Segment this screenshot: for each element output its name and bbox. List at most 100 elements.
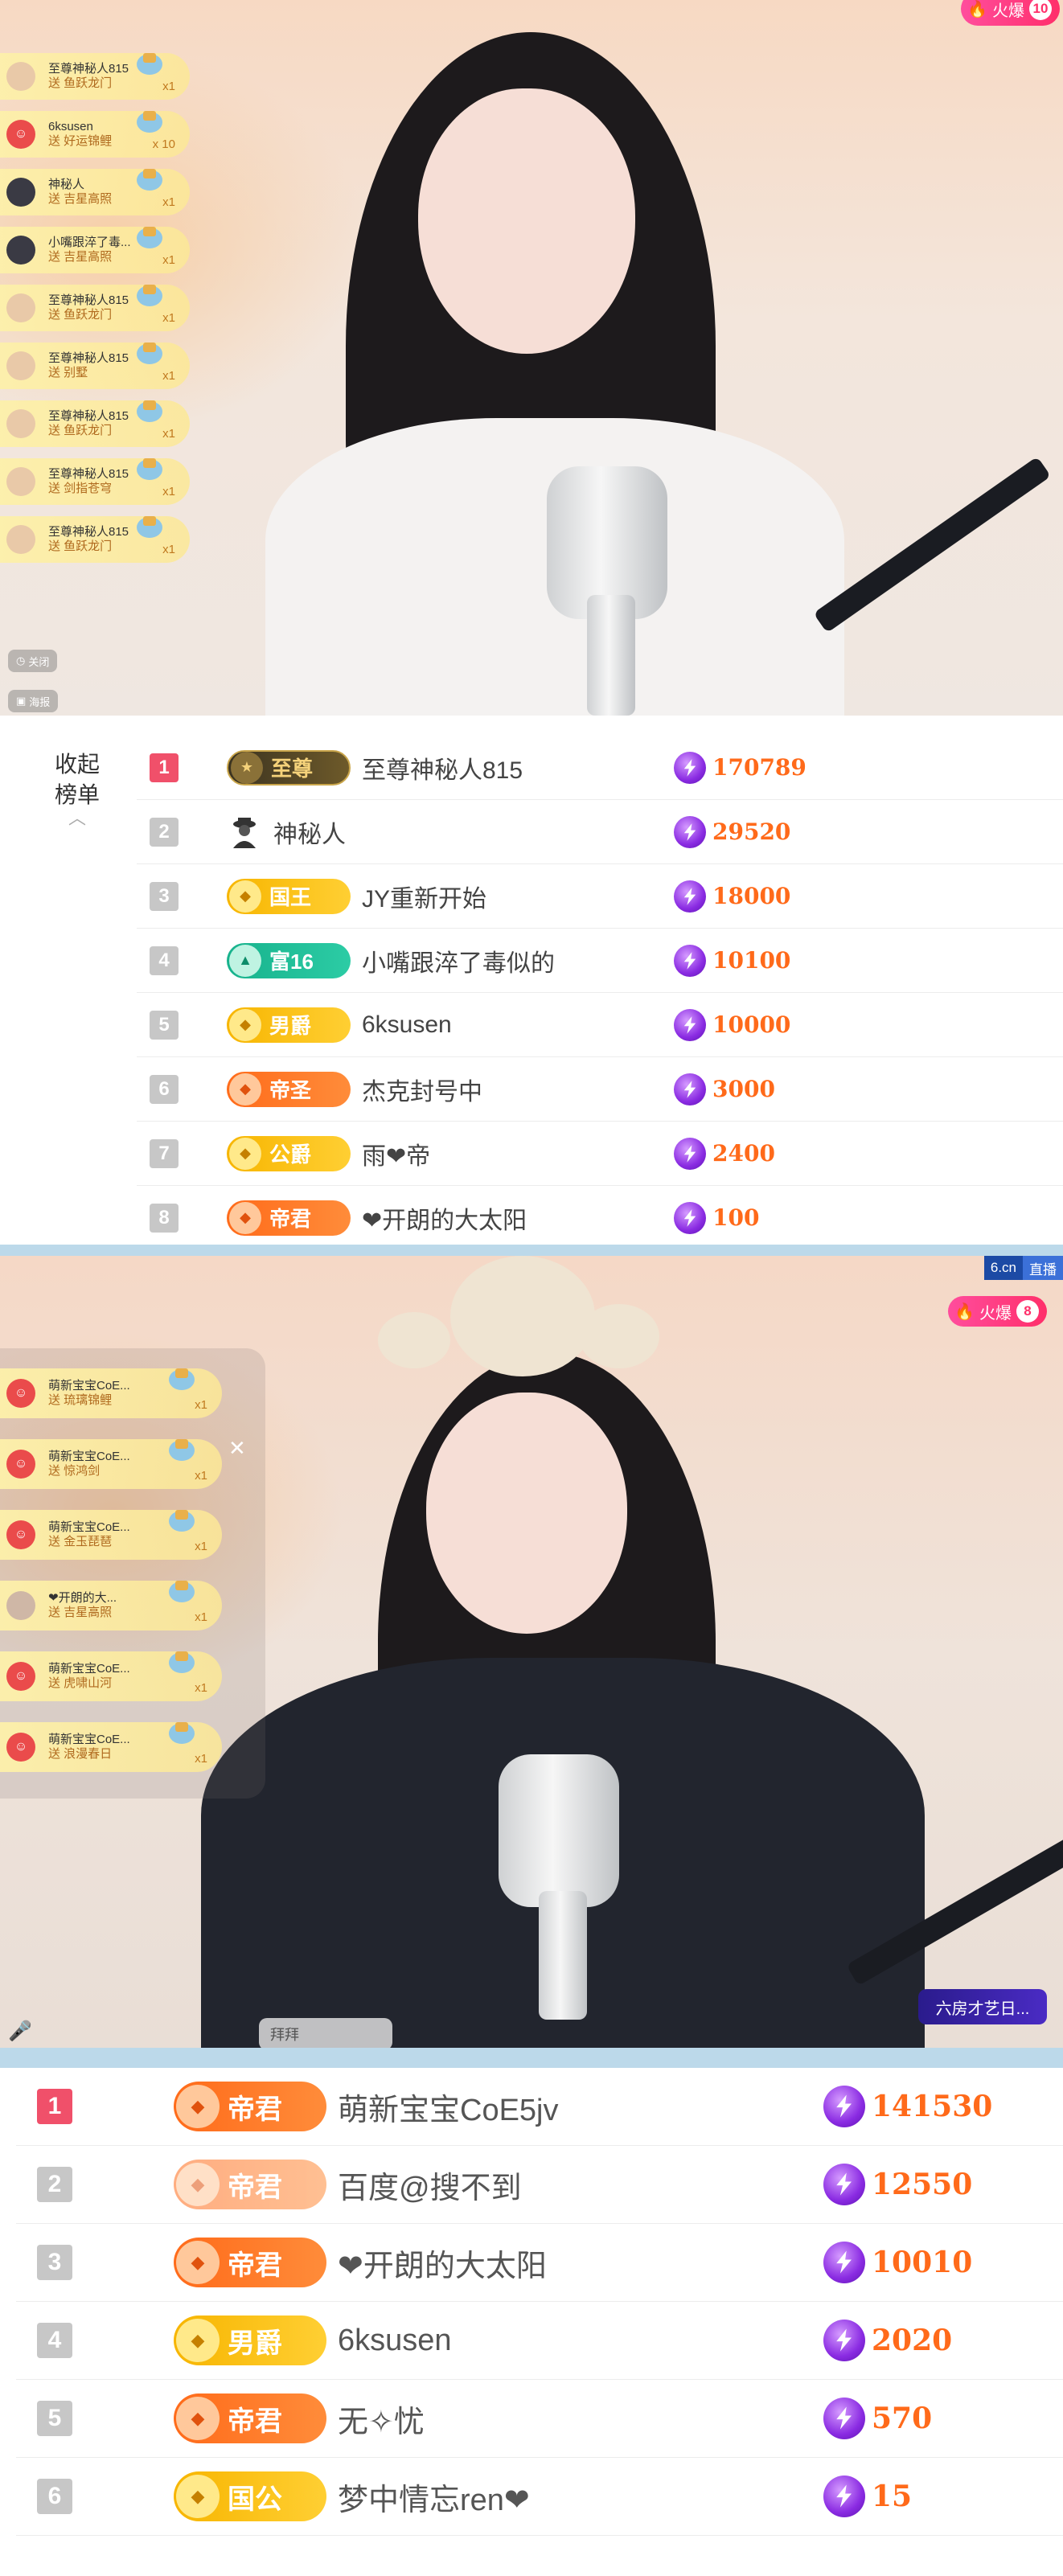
user-name[interactable]: 梦中情忘ren❤ — [338, 2475, 530, 2519]
leaderboard-row[interactable]: 2 神秘人 29520 — [137, 800, 1063, 864]
hot-badge-2[interactable]: 🔥 火爆 8 — [948, 1296, 1047, 1327]
gift-item[interactable]: ☺ 6ksusen 送 好运锦鲤 x 10 — [0, 111, 190, 158]
gift-texts: 至尊神秘人815 送 鱼跃龙门 — [48, 409, 129, 438]
lightning-icon — [823, 2476, 865, 2517]
gift-item[interactable]: 至尊神秘人815 送 鱼跃龙门 x1 — [0, 285, 190, 331]
lightning-icon — [823, 2164, 865, 2205]
rank-title-label: 国王 — [269, 885, 312, 909]
leaderboard-row[interactable]: 1 ★ 至尊 至尊神秘人815 170789 — [137, 736, 1063, 800]
rank-emblem-icon: ◆ — [176, 2241, 220, 2284]
leaderboard-row[interactable]: 6 ◆ 国公 梦中情忘ren❤ 15 — [16, 2458, 1063, 2536]
user-name[interactable]: 百度@搜不到 — [338, 2163, 522, 2207]
gift-count: x1 — [162, 485, 175, 498]
gift-item[interactable]: ☺ 萌新宝宝CoE... 送 琉璃锦鲤 x1 — [0, 1368, 222, 1418]
lightning-icon — [674, 1008, 706, 1041]
leaderboard-1: 收起榜单 ︿ 1 ★ 至尊 至尊神秘人815 170789 2 神秘人 29520 3 ◆ 国王 JY… — [0, 716, 1063, 1250]
user-avatar — [6, 236, 35, 265]
leaderboard-row[interactable]: 3 ◆ 帝君 ❤开朗的大太阳 10010 — [16, 2224, 1063, 2302]
user-name[interactable]: ❤开朗的大太阳 — [338, 2241, 547, 2285]
score-value: 18000 — [712, 883, 791, 909]
gift-item[interactable]: ☺ 萌新宝宝CoE... 送 惊鸿剑 x1 — [0, 1439, 222, 1489]
mystery-person-icon — [227, 814, 262, 850]
score-value: 2020 — [872, 2324, 953, 2357]
gift-item[interactable]: 至尊神秘人815 送 鱼跃龙门 x1 — [0, 400, 190, 447]
gift-username: ❤开朗的大... — [48, 1591, 117, 1605]
gift-item[interactable]: 小嘴跟淬了毒... 送 吉星高照 x1 — [0, 227, 190, 273]
leaderboard-row[interactable]: 5 ◆ 帝君 无✧忧 570 — [16, 2380, 1063, 2458]
rank-number: 5 — [37, 2401, 72, 2436]
leaderboard-row[interactable]: 8 ◆ 帝君 ❤开朗的大太阳 100 — [137, 1186, 1063, 1250]
gift-icon — [133, 106, 166, 135]
lightning-icon — [674, 815, 706, 848]
user-name[interactable]: JY重新开始 — [362, 879, 486, 914]
mic-icon[interactable]: 🎤 — [8, 2020, 32, 2043]
user-name[interactable]: 6ksusen — [338, 2324, 452, 2358]
gift-username: 至尊神秘人815 — [48, 62, 129, 76]
poster-control[interactable]: ▣ 海报 — [8, 690, 59, 712]
room-tag[interactable]: 六房才艺日... — [918, 1989, 1047, 2024]
gift-count: x1 — [162, 80, 175, 93]
close-control-label: 关闭 — [28, 655, 50, 668]
gift-item[interactable]: 至尊神秘人815 送 别墅 x1 — [0, 343, 190, 389]
leaderboard-row[interactable]: 3 ◆ 国王 JY重新开始 18000 — [137, 864, 1063, 929]
live-video-1[interactable]: 🔥 火爆 10 至尊神秘人815 送 鱼跃龙门 x1 ☺ 6ksusen 送 好运锦鲤 x … — [0, 0, 1063, 716]
gift-description: 送 别墅 — [48, 366, 88, 379]
user-name[interactable]: 至尊神秘人815 — [362, 750, 523, 786]
gift-count: x1 — [162, 543, 175, 556]
close-icon[interactable]: ✕ — [228, 1436, 246, 1461]
gift-feed-2: ☺ 萌新宝宝CoE... 送 琉璃锦鲤 x1 ☺ 萌新宝宝CoE... 送 惊鸿剑 x1 ☺ 萌新… — [0, 1368, 222, 1793]
leaderboard-row[interactable]: 4 ▲ 富16 小嘴跟淬了毒似的 10100 — [137, 929, 1063, 993]
rank-title-label: 帝君 — [269, 1207, 312, 1231]
gift-texts: 神秘人送 吉星高照 — [48, 178, 112, 207]
gift-count: x1 — [195, 1610, 207, 1624]
gift-item[interactable]: 至尊神秘人815 送 鱼跃龙门 x1 — [0, 53, 190, 100]
clock-icon: ◷ — [16, 654, 26, 667]
live-video-2[interactable]: ☺ 萌新宝宝CoE... 送 琉璃锦鲤 x1 ☺ 萌新宝宝CoE... 送 惊鸿剑 x1 ☺ 萌新… — [0, 1256, 1063, 2048]
lightning-icon — [674, 880, 706, 913]
gift-icon — [133, 396, 166, 425]
gift-texts: 萌新宝宝CoE... 送 虎啸山河 — [48, 1662, 130, 1691]
contribution-score: 10100 — [674, 944, 790, 977]
score-value: 29520 — [712, 818, 791, 845]
leaderboard-row[interactable]: 6 ◆ 帝圣 杰克封号中 3000 — [137, 1057, 1063, 1122]
score-value: 2400 — [712, 1140, 775, 1167]
gift-count: x1 — [195, 1540, 207, 1553]
gift-item[interactable]: ☺ 萌新宝宝CoE... 送 浪漫春日 x1 — [0, 1722, 222, 1772]
leaderboard-row[interactable]: 7 ◆ 公爵 雨❤帝 2400 — [137, 1122, 1063, 1186]
user-avatar — [6, 178, 35, 207]
user-name[interactable]: 雨❤帝 — [362, 1136, 430, 1171]
gift-count: x1 — [162, 311, 175, 325]
hot-count-2: 8 — [1016, 1300, 1039, 1323]
leaderboard-row[interactable]: 5 ◆ 男爵 6ksusen 10000 — [137, 993, 1063, 1057]
gift-item[interactable]: 神秘人送 吉星高照 x1 — [0, 169, 190, 215]
collapse-board-button[interactable]: 收起榜单 ︿ — [45, 749, 109, 827]
gift-item[interactable]: ☺ 萌新宝宝CoE... 送 虎啸山河 x1 — [0, 1651, 222, 1701]
gift-icon — [166, 1717, 198, 1746]
gift-item[interactable]: 至尊神秘人815 送 鱼跃龙门 x1 — [0, 516, 190, 563]
user-name[interactable]: 神秘人 — [273, 814, 346, 850]
gift-item[interactable]: ☺ 萌新宝宝CoE... 送 金玉琵琶 x1 — [0, 1510, 222, 1560]
contribution-score: 29520 — [674, 815, 791, 848]
gift-item[interactable]: 至尊神秘人815 送 剑指苍穹 x1 — [0, 458, 190, 505]
leaderboard-row[interactable]: 4 ◆ 男爵 6ksusen 2020 — [16, 2302, 1063, 2380]
close-control[interactable]: ◷ 关闭 — [8, 650, 58, 672]
user-name[interactable]: ❤开朗的大太阳 — [362, 1200, 527, 1236]
user-name[interactable]: 萌新宝宝CoE5jv — [338, 2085, 559, 2129]
leaderboard-row[interactable]: 1 ◆ 帝君 萌新宝宝CoE5jv 141530 — [16, 2068, 1063, 2146]
gift-username: 萌新宝宝CoE... — [48, 1520, 130, 1534]
leaderboard-row[interactable]: 2 ◆ 帝君 百度@搜不到 12550 — [16, 2146, 1063, 2224]
chevron-up-icon: ︿ — [68, 808, 86, 828]
user-name[interactable]: 杰克封号中 — [362, 1072, 482, 1107]
user-name[interactable]: 小嘴跟淬了毒似的 — [362, 943, 555, 978]
lightning-icon — [823, 2320, 865, 2361]
user-name[interactable]: 无✧忧 — [338, 2397, 425, 2441]
flame-icon: 🔥 — [967, 0, 987, 18]
contribution-score: 12550 — [823, 2164, 972, 2205]
image-icon: ▣ — [16, 695, 27, 707]
user-name[interactable]: 6ksusen — [362, 1011, 452, 1039]
gift-count: x1 — [195, 1469, 207, 1483]
gift-item[interactable]: ❤开朗的大... 送 吉星高照 x1 — [0, 1581, 222, 1631]
hot-badge[interactable]: 🔥 火爆 10 — [961, 0, 1060, 26]
lightning-icon — [823, 2086, 865, 2127]
user-avatar: ☺ — [6, 1662, 35, 1691]
